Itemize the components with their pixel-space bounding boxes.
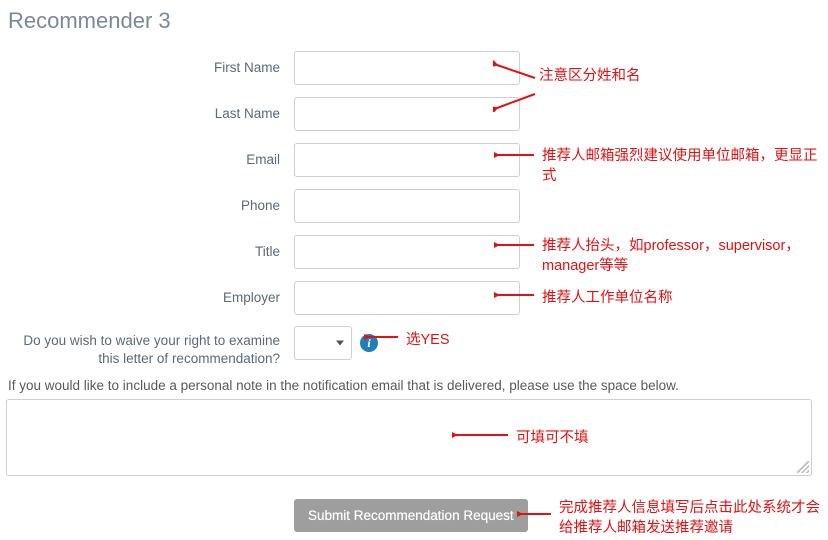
note-wrap (6, 399, 812, 476)
row-phone: Phone (6, 188, 828, 224)
title-input[interactable] (294, 235, 520, 269)
first-name-input[interactable] (294, 51, 520, 85)
info-icon[interactable]: i (360, 334, 378, 352)
phone-input[interactable] (294, 189, 520, 223)
email-input[interactable] (294, 143, 520, 177)
label-employer: Employer (6, 289, 294, 307)
label-email: Email (6, 151, 294, 169)
personal-note-input[interactable] (6, 399, 812, 476)
last-name-input[interactable] (294, 97, 520, 131)
submit-recommendation-button[interactable]: Submit Recommendation Request (294, 499, 528, 532)
employer-input[interactable] (294, 281, 520, 315)
row-waive: Do you wish to waive your right to exami… (6, 326, 828, 368)
label-waive: Do you wish to waive your right to exami… (6, 326, 294, 368)
waive-select[interactable] (294, 326, 352, 360)
label-last-name: Last Name (6, 105, 294, 123)
row-title: Title (6, 234, 828, 270)
label-first-name: First Name (6, 59, 294, 77)
label-phone: Phone (6, 197, 294, 215)
label-title: Title (6, 243, 294, 261)
row-first-name: First Name (6, 50, 828, 86)
note-instruction: If you would like to include a personal … (8, 378, 828, 393)
section-title: Recommender 3 (8, 8, 828, 34)
row-employer: Employer (6, 280, 828, 316)
submit-row: Submit Recommendation Request (6, 499, 828, 532)
row-last-name: Last Name (6, 96, 828, 132)
row-email: Email (6, 142, 828, 178)
